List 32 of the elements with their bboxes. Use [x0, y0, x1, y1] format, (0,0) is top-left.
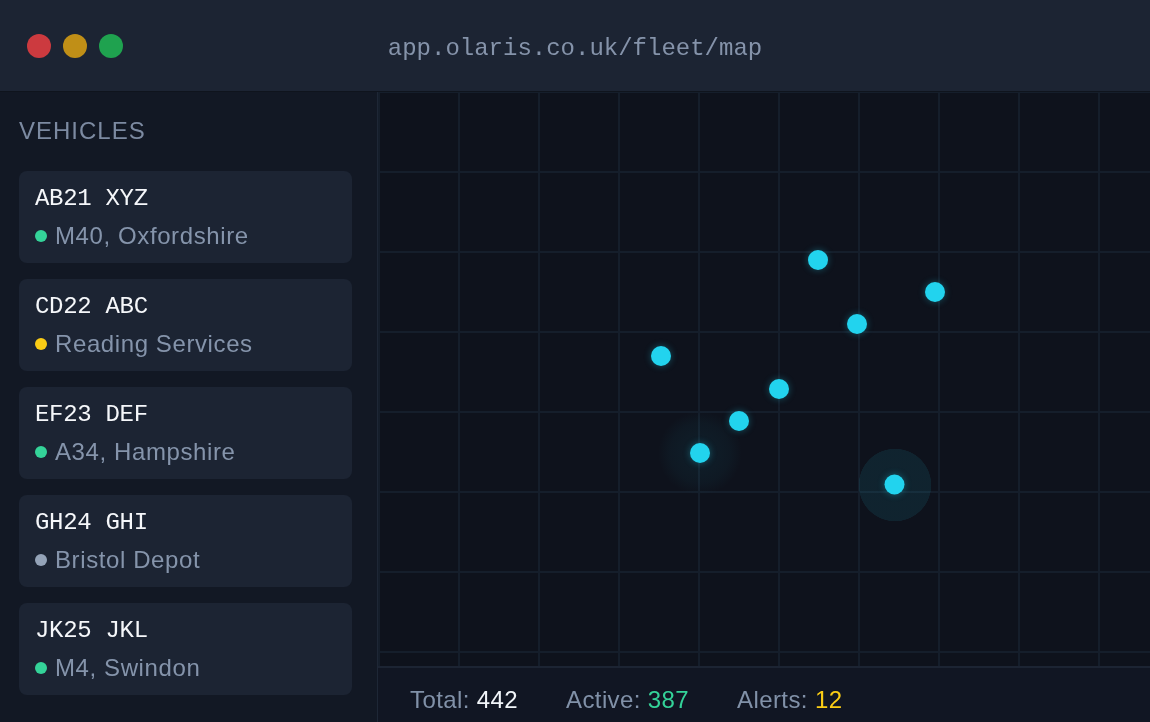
- vehicle-card[interactable]: CD22 ABC Reading Services: [19, 279, 352, 371]
- map-marker-icon[interactable]: [729, 410, 750, 431]
- vehicle-plate: CD22 ABC: [35, 293, 148, 321]
- vehicle-card[interactable]: JK25 JKL M4, Swindon: [19, 603, 352, 695]
- stat-value: 12: [814, 686, 843, 715]
- vehicle-location: A34, Hampshire: [55, 438, 236, 466]
- vehicle-location: M4, Swindon: [55, 654, 201, 682]
- stat-value: 442: [476, 686, 518, 715]
- vehicle-location: Bristol Depot: [55, 546, 201, 574]
- vehicle-card[interactable]: EF23 DEF A34, Hampshire: [19, 387, 352, 479]
- stat-label: Total:: [410, 686, 470, 715]
- vehicle-location: M40, Oxfordshire: [55, 222, 249, 250]
- stat-value: 387: [647, 686, 690, 715]
- map-marker-icon[interactable]: [768, 378, 789, 399]
- vehicle-plate: JK25 JKL: [35, 617, 148, 645]
- map-marker-icon[interactable]: [651, 346, 672, 367]
- vehicle-card[interactable]: GH24 GHI Bristol Depot: [19, 495, 352, 587]
- page-url: app.olaris.co.uk/fleet/map: [387, 33, 763, 64]
- map-marker-icon[interactable]: [924, 282, 945, 303]
- map-marker-icon[interactable]: [807, 250, 828, 271]
- stat-label: Alerts:: [737, 686, 808, 715]
- map-marker-icon[interactable]: [846, 314, 867, 335]
- maximize-window-icon[interactable]: [99, 33, 123, 58]
- minimize-window-icon[interactable]: [63, 33, 87, 58]
- vehicle-plate: GH24 GHI: [35, 509, 148, 537]
- vehicle-location: Reading Services: [55, 330, 253, 358]
- close-window-icon[interactable]: [27, 33, 51, 58]
- vehicle-plate: AB21 XYZ: [35, 185, 148, 213]
- sidebar-heading: VEHICLES: [19, 116, 146, 146]
- vehicle-card[interactable]: AB21 XYZ M40, Oxfordshire: [19, 171, 352, 263]
- vehicle-plate: EF23 DEF: [35, 401, 148, 429]
- stat-label: Active:: [566, 686, 641, 715]
